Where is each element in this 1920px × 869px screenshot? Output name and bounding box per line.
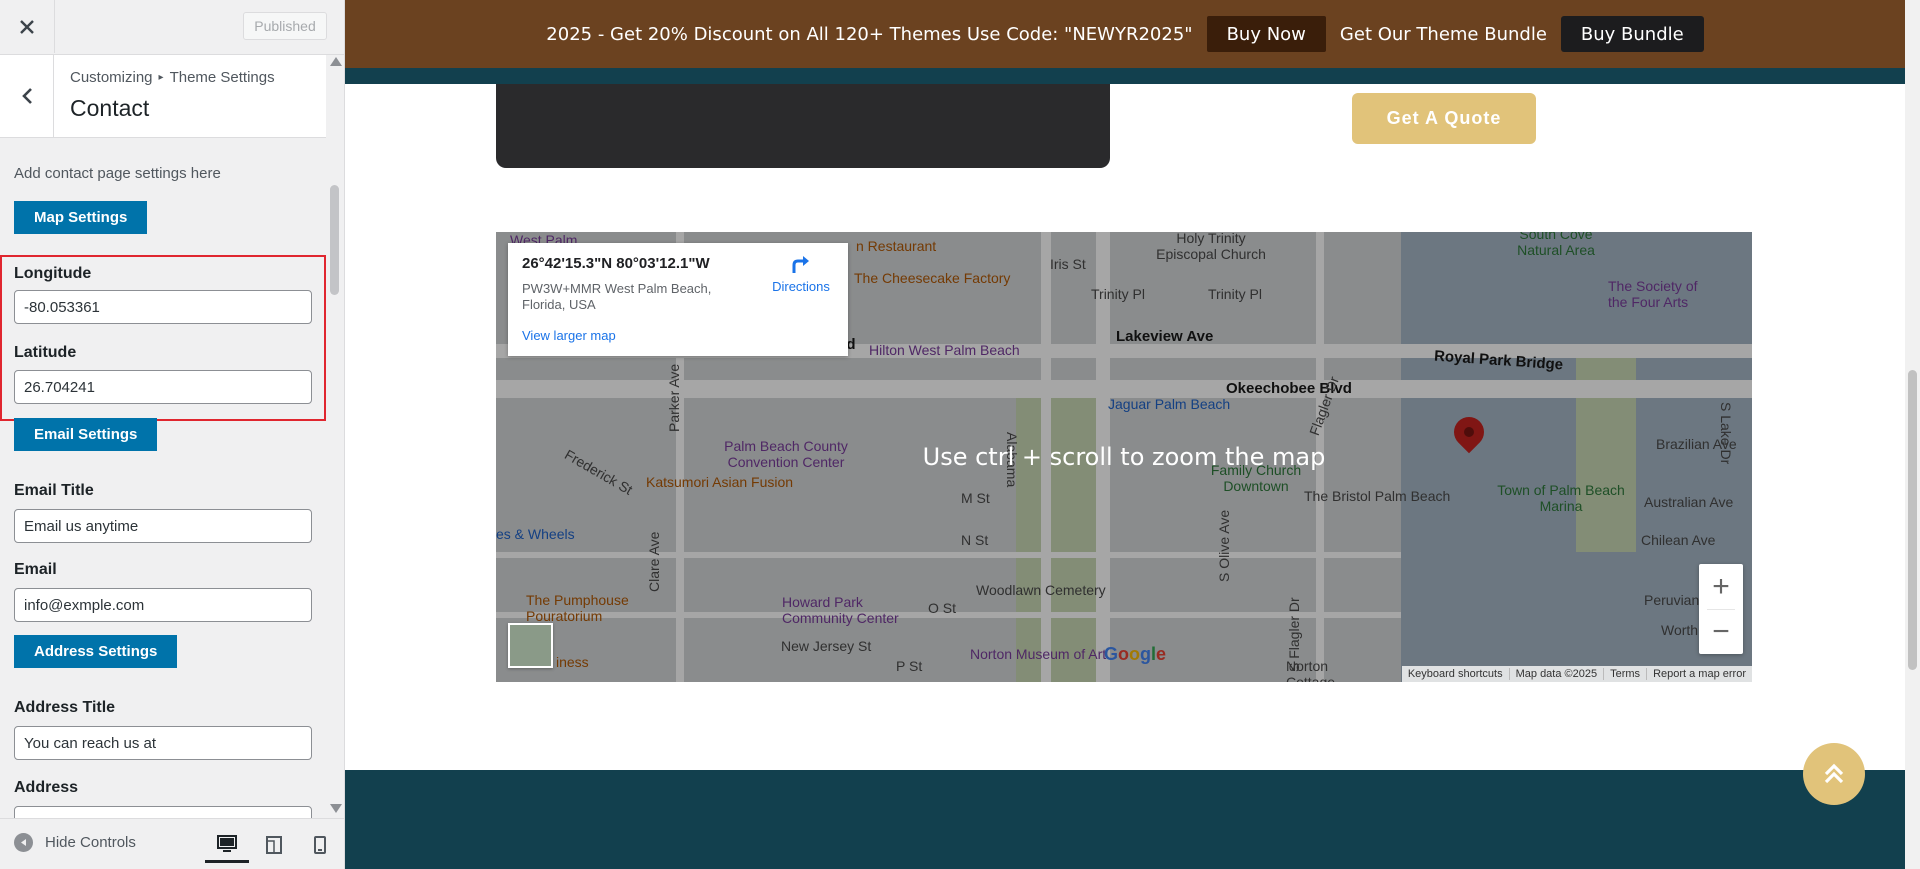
address-title-input[interactable] — [14, 726, 312, 760]
map-coordinates: 26°42'15.3"N 80°03'12.1"W — [522, 255, 710, 272]
sidebar-scrollbar-thumb[interactable] — [330, 185, 339, 295]
chevron-left-icon — [21, 88, 32, 104]
view-larger-map-link[interactable]: View larger map — [522, 328, 616, 343]
hide-controls-label: Hide Controls — [45, 834, 136, 851]
site-preview: 2025 - Get 20% Discount on All 120+ Them… — [345, 0, 1920, 869]
hide-controls-button[interactable]: Hide Controls — [14, 833, 136, 852]
longitude-input[interactable] — [14, 290, 312, 324]
device-desktop-button[interactable] — [205, 827, 249, 863]
map-zoom-control: + − — [1699, 564, 1743, 654]
sidebar-footer: Hide Controls — [0, 818, 344, 869]
latitude-label: Latitude — [14, 344, 77, 361]
section-header: Customizing ▸ Theme Settings Contact — [0, 55, 326, 138]
keyboard-shortcuts-link[interactable]: Keyboard shortcuts — [1402, 668, 1509, 680]
zoom-divider — [1707, 609, 1735, 610]
close-icon — [20, 19, 34, 34]
breadcrumb: Customizing ▸ Theme Settings — [70, 69, 275, 86]
report-map-error-link[interactable]: Report a map error — [1646, 668, 1752, 680]
map-address: PW3W+MMR West Palm Beach, Florida, USA — [522, 281, 712, 312]
buy-bundle-button[interactable]: Buy Bundle — [1560, 16, 1704, 52]
collapse-icon — [14, 833, 33, 852]
address-input[interactable] — [14, 806, 312, 818]
map-attribution: Keyboard shortcuts Map data ©2025 Terms … — [1401, 666, 1752, 682]
email-input[interactable] — [14, 588, 312, 622]
breadcrumb-separator: ▸ — [158, 72, 164, 83]
latitude-input[interactable] — [14, 370, 312, 404]
bundle-text: Get Our Theme Bundle — [1339, 23, 1547, 45]
satellite-toggle-button[interactable] — [508, 623, 553, 668]
dark-card — [496, 84, 1110, 168]
longitude-label: Longitude — [14, 265, 92, 282]
email-settings-button[interactable]: Email Settings — [14, 418, 158, 451]
directions-button[interactable]: Directions — [766, 253, 836, 294]
promo-banner: 2025 - Get 20% Discount on All 120+ Them… — [345, 0, 1905, 68]
scroll-up-arrow-icon[interactable] — [330, 57, 342, 66]
sidebar-scrollbar[interactable] — [326, 55, 344, 818]
terms-link[interactable]: Terms — [1603, 668, 1646, 680]
back-to-top-button[interactable] — [1803, 743, 1865, 805]
buy-now-button[interactable]: Buy Now — [1206, 16, 1326, 52]
breadcrumb-root: Customizing — [70, 69, 153, 86]
section-description: Add contact page settings here — [14, 165, 221, 182]
customizer-sidebar: Published Customizing ▸ Theme Settings Con… — [0, 0, 345, 869]
email-title-label: Email Title — [14, 482, 94, 499]
header-strip — [345, 68, 1905, 84]
settings-scroll-area: Add contact page settings here Map Setti… — [0, 138, 326, 818]
double-chevron-up-icon — [1824, 763, 1844, 784]
address-title-label: Address Title — [14, 699, 116, 716]
promo-text: 2025 - Get 20% Discount on All 120+ Them… — [546, 23, 1193, 45]
back-button[interactable] — [0, 55, 54, 137]
footer-band — [345, 770, 1905, 869]
address-settings-button[interactable]: Address Settings — [14, 635, 178, 668]
directions-label: Directions — [772, 279, 830, 294]
mobile-icon — [314, 836, 326, 854]
device-mobile-button[interactable] — [298, 827, 342, 863]
section-title: Contact — [70, 95, 150, 121]
embedded-map[interactable]: West Palm n Restaurant The Cheesecake Fa… — [496, 232, 1752, 682]
scroll-down-arrow-icon[interactable] — [330, 804, 342, 813]
preview-scrollbar-thumb[interactable] — [1908, 370, 1917, 670]
email-title-input[interactable] — [14, 509, 312, 543]
breadcrumb-section: Theme Settings — [169, 69, 275, 86]
address-label: Address — [14, 779, 79, 796]
map-info-card: 26°42'15.3"N 80°03'12.1"W PW3W+MMR West … — [508, 243, 848, 356]
tablet-icon — [266, 836, 282, 854]
desktop-icon — [217, 834, 237, 852]
map-data-label: Map data ©2025 — [1508, 668, 1604, 680]
directions-icon — [792, 256, 809, 273]
close-customizer-button[interactable] — [0, 0, 55, 53]
email-label: Email — [14, 561, 57, 578]
published-button[interactable]: Published — [243, 12, 327, 40]
get-quote-button[interactable]: Get A Quote — [1352, 93, 1536, 144]
zoom-out-button[interactable]: − — [1699, 609, 1743, 654]
device-tablet-button[interactable] — [252, 827, 296, 863]
map-settings-button[interactable]: Map Settings — [14, 201, 148, 234]
zoom-in-button[interactable]: + — [1699, 564, 1743, 609]
sidebar-top-bar: Published — [0, 0, 344, 55]
